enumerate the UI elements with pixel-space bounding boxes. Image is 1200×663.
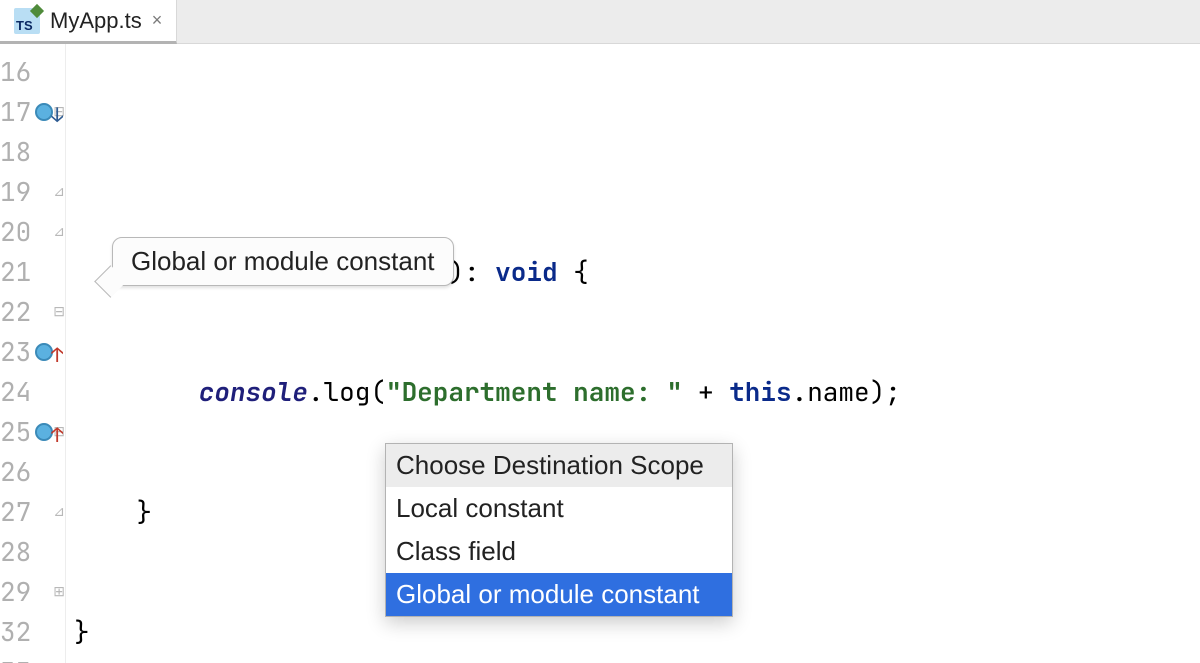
code-text: .name); (792, 374, 901, 409)
line-number: 29 (0, 572, 35, 612)
fold-expand-icon[interactable]: ⊞ (53, 585, 65, 599)
tooltip-text: Global or module constant (131, 246, 435, 276)
line-number: 19 (0, 172, 35, 212)
override-up-marker[interactable]: ↑ (35, 332, 53, 372)
line-number: 22 (0, 292, 35, 332)
fold-end-icon[interactable]: ⊿ (53, 225, 65, 239)
line-number-gutter: 16 17 18 19 20 21 22 23 24 25 26 27 28 2… (0, 44, 35, 663)
line-number: 26 (0, 452, 35, 492)
keyword: this (729, 374, 791, 409)
override-down-marker[interactable]: ↓ (35, 92, 53, 132)
line-number: 27 (0, 492, 35, 532)
code-line[interactable]: console.log("Department name: " + this.n… (66, 372, 1200, 412)
line-number: 16 (0, 52, 35, 92)
line-number: 25 (0, 412, 35, 452)
popup-title: Choose Destination Scope (386, 444, 732, 487)
line-number: 18 (0, 132, 35, 172)
code-line[interactable] (66, 132, 1200, 172)
typescript-file-icon: TS (14, 8, 40, 34)
fold-end-icon[interactable]: ⊿ (53, 185, 65, 199)
file-tab-myapp[interactable]: TS MyApp.ts × (0, 0, 177, 44)
line-number: 23 (0, 332, 35, 372)
popup-item-class-field[interactable]: Class field (386, 530, 732, 573)
tab-bar: TS MyApp.ts × (0, 0, 1200, 44)
fold-end-icon[interactable]: ⊿ (53, 505, 65, 519)
line-number: 20 (0, 212, 35, 252)
fold-collapse-icon[interactable]: ⊟ (53, 305, 65, 319)
code-text: .log( (308, 374, 386, 409)
tab-title: MyApp.ts (50, 8, 142, 34)
line-number: 32 (0, 612, 35, 652)
ide-editor-pane: TS MyApp.ts × 16 17 18 19 20 21 22 23 24… (0, 0, 1200, 663)
popup-item-local-constant[interactable]: Local constant (386, 487, 732, 530)
code-text: { (558, 254, 589, 289)
identifier: console (199, 374, 308, 409)
implements-up-marker[interactable]: ↑ (35, 652, 53, 663)
string-literal: "Department name: " (386, 374, 682, 409)
popup-item-global-constant[interactable]: Global or module constant (386, 573, 732, 616)
line-number: 17 (0, 92, 35, 132)
code-text: + (682, 374, 729, 409)
override-up-marker[interactable]: ↑ (35, 412, 53, 452)
keyword: void (495, 254, 557, 289)
code-line[interactable]: } (66, 612, 1200, 652)
hint-tooltip: Global or module constant (112, 237, 454, 286)
line-number: 33 (0, 652, 35, 663)
line-number: 28 (0, 532, 35, 572)
marker-gutter: ↓ ↑ ↑ ↑ (35, 44, 53, 663)
line-number: 24 (0, 372, 35, 412)
destination-scope-popup: Choose Destination Scope Local constant … (385, 443, 733, 617)
line-number: 21 (0, 252, 35, 292)
tab-close-button[interactable]: × (152, 10, 163, 31)
